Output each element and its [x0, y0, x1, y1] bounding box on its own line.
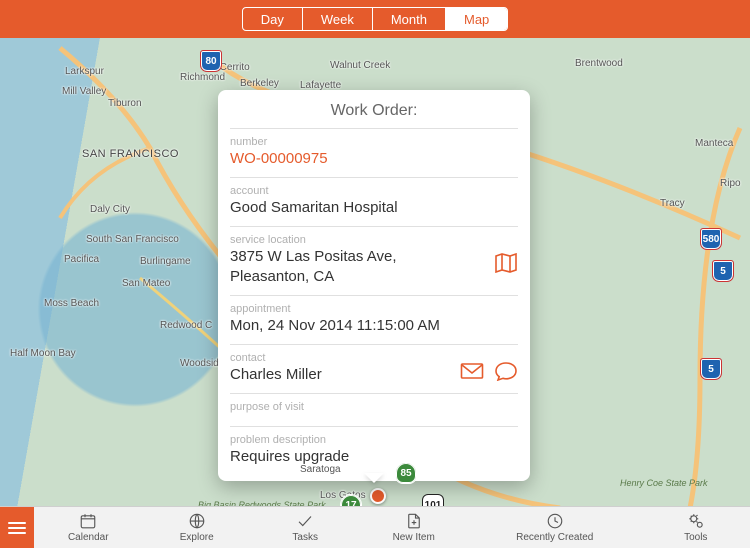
popup-title: Work Order: — [230, 100, 518, 128]
check-icon — [296, 512, 314, 530]
field-label: number — [230, 135, 518, 149]
field-label: account — [230, 184, 518, 198]
route-shield: 580 — [700, 228, 722, 250]
map-city-label: Daly City — [90, 204, 130, 215]
map-city-label: Woodsid — [180, 358, 219, 369]
tab-label: Explore — [180, 532, 214, 543]
route-shield: 5 — [700, 358, 722, 380]
field-label: appointment — [230, 302, 518, 316]
globe-icon — [188, 512, 206, 530]
map-city-label: Ripo — [720, 178, 741, 189]
tab-explore[interactable]: Explore — [142, 507, 250, 548]
field-problem[interactable]: problem description Requires upgrade — [230, 426, 518, 475]
field-value: Good Samaritan Hospital — [230, 198, 518, 218]
map-city-label: Manteca — [695, 138, 733, 149]
map-city-label: Tiburon — [108, 98, 142, 109]
route-shield: 101 — [422, 494, 444, 506]
field-service-location[interactable]: service location 3875 W Las Positas Ave,… — [230, 226, 518, 295]
field-value: WO-00000975 — [230, 149, 518, 169]
field-value: 3875 W Las Positas Ave, Pleasanton, CA — [230, 247, 518, 287]
field-label: service location — [230, 233, 518, 247]
tab-tools[interactable]: Tools — [642, 507, 750, 548]
seg-month[interactable]: Month — [373, 8, 446, 30]
field-purpose[interactable]: purpose of visit — [230, 393, 518, 426]
seg-day[interactable]: Day — [243, 8, 303, 30]
map-city-label: Mill Valley — [62, 86, 106, 97]
tab-label: Recently Created — [516, 532, 593, 543]
tab-new-item[interactable]: New Item — [359, 507, 467, 548]
map-city-label: Redwood C — [160, 320, 212, 331]
map-city-label: Half Moon Bay — [10, 348, 76, 359]
field-appointment[interactable]: appointment Mon, 24 Nov 2014 11:15:00 AM — [230, 295, 518, 344]
field-value: Requires upgrade — [230, 447, 518, 467]
hamburger-icon — [8, 527, 26, 529]
map-view[interactable]: Work Order: number WO-00000975 account G… — [0, 38, 750, 506]
map-city-label: Lafayette — [300, 80, 341, 91]
route-shield: 80 — [200, 50, 222, 72]
tab-label: Calendar — [68, 532, 109, 543]
map-park-label: Henry Coe State Park — [620, 478, 708, 488]
clock-icon — [546, 512, 564, 530]
map-city-label: Moss Beach — [44, 298, 99, 309]
map-city-label: Brentwood — [575, 58, 623, 69]
email-icon[interactable] — [460, 361, 484, 381]
map-city-label: Walnut Creek — [330, 60, 390, 71]
field-account[interactable]: account Good Samaritan Hospital — [230, 177, 518, 226]
route-shield: 85 — [395, 462, 417, 484]
chat-icon[interactable] — [494, 361, 518, 381]
map-city-label: SAN FRANCISCO — [82, 148, 179, 160]
field-label: purpose of visit — [230, 400, 518, 418]
map-city-label: San Mateo — [122, 278, 170, 289]
field-label: problem description — [230, 433, 518, 447]
tab-calendar[interactable]: Calendar — [34, 507, 142, 548]
map-city-label: Richmond — [180, 72, 225, 83]
map-city-label: Pacifica — [64, 254, 99, 265]
tab-label: Tasks — [292, 532, 318, 543]
field-value: Mon, 24 Nov 2014 11:15:00 AM — [230, 316, 518, 336]
map-city-label: South San Francisco — [86, 234, 179, 245]
route-shield: 5 — [712, 260, 734, 282]
header-bar: Day Week Month Map — [0, 0, 750, 38]
field-contact[interactable]: contact Charles Miller — [230, 344, 518, 393]
map-city-label: Saratoga — [300, 464, 341, 475]
bottom-tabbar: Calendar Explore Tasks New Item Recently… — [0, 506, 750, 548]
seg-map[interactable]: Map — [446, 8, 507, 30]
gears-icon — [687, 512, 705, 530]
work-order-popup: Work Order: number WO-00000975 account G… — [218, 90, 530, 481]
tab-recently-created[interactable]: Recently Created — [468, 507, 642, 548]
view-segmented-control: Day Week Month Map — [242, 7, 509, 31]
calendar-icon — [79, 512, 97, 530]
map-city-label: Berkeley — [240, 78, 279, 89]
tab-label: Tools — [684, 532, 707, 543]
map-city-label: Tracy — [660, 198, 685, 209]
map-city-label: Larkspur — [65, 66, 104, 77]
seg-week[interactable]: Week — [303, 8, 373, 30]
new-item-icon — [405, 512, 423, 530]
map-city-label: Burlingame — [140, 256, 191, 267]
map-icon[interactable] — [494, 253, 518, 273]
tab-label: New Item — [393, 532, 435, 543]
field-number[interactable]: number WO-00000975 — [230, 128, 518, 177]
menu-button[interactable] — [0, 507, 34, 548]
tab-tasks[interactable]: Tasks — [251, 507, 359, 548]
